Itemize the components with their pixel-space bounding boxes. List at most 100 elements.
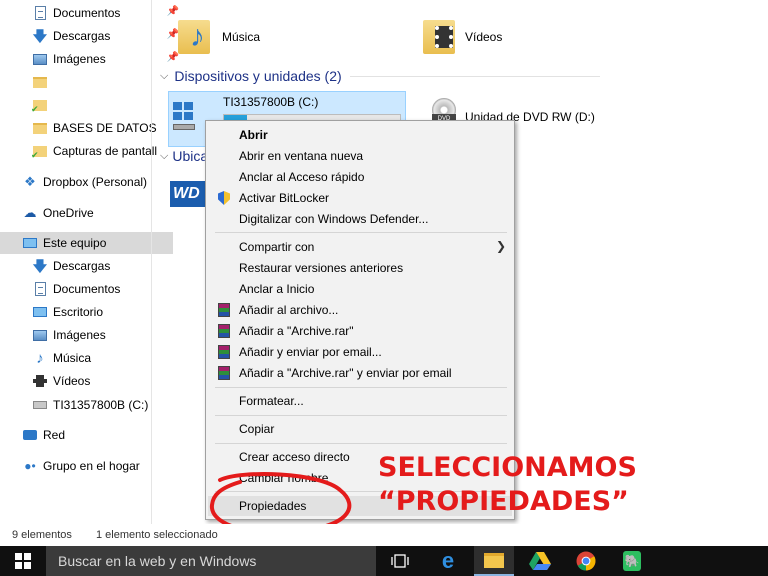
menu-item-compartir-con[interactable]: Compartir con ❯ bbox=[208, 237, 512, 257]
menu-item-label: Añadir a "Archive.rar" y enviar por emai… bbox=[239, 366, 452, 380]
nav-item-escritorio[interactable]: Escritorio bbox=[0, 301, 183, 323]
wd-drive-icon[interactable]: WD bbox=[170, 181, 206, 207]
nav-pane-divider bbox=[151, 0, 152, 524]
nav-item-label: Capturas de pantall bbox=[53, 144, 158, 158]
menu-item-label: Abrir en ventana nueva bbox=[239, 149, 364, 163]
folder-icon bbox=[32, 120, 48, 136]
task-view-icon bbox=[391, 554, 409, 568]
menu-item-label: Digitalizar con Windows Defender... bbox=[239, 212, 429, 226]
video-folder-tile[interactable] bbox=[421, 14, 459, 58]
navigation-pane: Documentos 📌 🡇 Descargas 📌 Imágenes 📌 BA… bbox=[0, 0, 179, 524]
nav-item-label: TI31357800B (C:) bbox=[53, 398, 149, 412]
music-folder-tile[interactable]: ♪ bbox=[176, 14, 214, 58]
music-icon: ♪ bbox=[36, 349, 44, 367]
nav-item-imagenes-quick[interactable]: Imágenes 📌 bbox=[0, 48, 183, 70]
dropbox-icon: ❖ bbox=[24, 174, 36, 189]
nav-item-label: BASES DE DATOS bbox=[53, 121, 157, 135]
nav-item-folder-unnamed-1[interactable] bbox=[0, 71, 183, 93]
menu-item-anadir-enviar-email[interactable]: Añadir y enviar por email... bbox=[208, 342, 512, 362]
menu-item-label: Anclar a Inicio bbox=[239, 282, 315, 296]
taskbar-search-input[interactable]: Buscar en la web y en Windows bbox=[46, 546, 376, 576]
devices-group-header[interactable]: ⌵ Dispositivos y unidades (2) bbox=[160, 68, 600, 84]
menu-item-anadir-archive-rar[interactable]: Añadir a "Archive.rar" bbox=[208, 321, 512, 341]
desktop-icon bbox=[32, 304, 48, 320]
menu-item-label: Restaurar versiones anteriores bbox=[239, 261, 404, 275]
nav-item-descargas[interactable]: 🡇 Descargas bbox=[0, 255, 183, 277]
nav-item-documentos-quick[interactable]: Documentos 📌 bbox=[0, 2, 183, 24]
taskbar: Buscar en la web y en Windows e 🐘 bbox=[0, 546, 768, 576]
drive-icon bbox=[32, 397, 48, 413]
menu-item-label: Cambiar nombre bbox=[239, 471, 329, 485]
windows-start-icon bbox=[15, 553, 31, 569]
evernote-button[interactable]: 🐘 bbox=[612, 546, 652, 576]
menu-item-anadir-archive-rar-email[interactable]: Añadir a "Archive.rar" y enviar por emai… bbox=[208, 363, 512, 383]
images-icon bbox=[32, 51, 48, 67]
search-placeholder: Buscar en la web y en Windows bbox=[58, 553, 257, 569]
nav-item-label: Documentos bbox=[53, 6, 121, 20]
document-icon bbox=[32, 281, 48, 297]
menu-item-label: Formatear... bbox=[239, 394, 304, 408]
chevron-right-icon: ❯ bbox=[495, 239, 506, 253]
menu-separator bbox=[215, 415, 507, 416]
task-view-button[interactable] bbox=[380, 546, 420, 576]
menu-item-label: Activar BitLocker bbox=[239, 191, 330, 205]
nav-item-folder-unnamed-2[interactable] bbox=[0, 94, 183, 116]
nav-item-musica[interactable]: ♪ Música bbox=[0, 347, 183, 369]
nav-item-este-equipo[interactable]: Este equipo bbox=[0, 232, 173, 254]
menu-item-restaurar-versiones[interactable]: Restaurar versiones anteriores bbox=[208, 258, 512, 278]
nav-item-drive-c[interactable]: TI31357800B (C:) bbox=[0, 394, 183, 416]
menu-item-activar-bitlocker[interactable]: Activar BitLocker bbox=[208, 188, 512, 208]
menu-item-label: Compartir con bbox=[239, 240, 315, 254]
nav-item-dropbox[interactable]: ❖ Dropbox (Personal) bbox=[0, 171, 173, 193]
video-folder-label[interactable]: Vídeos bbox=[465, 30, 502, 44]
download-arrow-icon: 🡇 bbox=[32, 258, 48, 274]
menu-separator bbox=[215, 387, 507, 388]
menu-item-abrir-ventana-nueva[interactable]: Abrir en ventana nueva bbox=[208, 146, 512, 166]
menu-item-formatear[interactable]: Formatear... bbox=[208, 391, 512, 411]
network-locations-group-header[interactable]: ⌵ Ubica bbox=[160, 148, 208, 164]
nav-item-descargas-quick[interactable]: 🡇 Descargas 📌 bbox=[0, 25, 183, 47]
nav-item-red[interactable]: Red bbox=[0, 424, 173, 446]
winrar-icon bbox=[216, 365, 232, 381]
nav-item-grupo-hogar[interactable]: ●• Grupo en el hogar bbox=[0, 455, 173, 477]
music-folder-label[interactable]: Música bbox=[222, 30, 260, 44]
chrome-icon bbox=[576, 551, 596, 571]
nav-item-label: Imágenes bbox=[53, 328, 106, 342]
selection-count: 1 elemento seleccionado bbox=[96, 529, 218, 541]
nav-item-capturas[interactable]: Capturas de pantall bbox=[0, 140, 183, 162]
menu-separator bbox=[215, 232, 507, 233]
menu-item-label: Añadir y enviar por email... bbox=[239, 345, 382, 359]
menu-item-abrir[interactable]: Abrir bbox=[208, 125, 512, 145]
annotation-line2: “PROPIEDADES” bbox=[378, 486, 629, 517]
menu-item-windows-defender[interactable]: Digitalizar con Windows Defender... bbox=[208, 209, 512, 229]
network-icon bbox=[22, 427, 38, 443]
menu-item-copiar[interactable]: Copiar bbox=[208, 419, 512, 439]
nav-item-imagenes[interactable]: Imágenes bbox=[0, 324, 183, 346]
menu-item-label: Copiar bbox=[239, 422, 275, 436]
nav-item-videos[interactable]: Vídeos bbox=[0, 370, 183, 392]
nav-item-documentos[interactable]: Documentos bbox=[0, 278, 183, 300]
devices-header-label: Dispositivos y unidades (2) bbox=[174, 68, 342, 84]
edge-button[interactable]: e bbox=[428, 546, 468, 576]
menu-item-label: Anclar al Acceso rápido bbox=[239, 170, 365, 184]
menu-item-anclar-inicio[interactable]: Anclar a Inicio bbox=[208, 279, 512, 299]
menu-item-anadir-archivo[interactable]: Añadir al archivo... bbox=[208, 300, 512, 320]
nav-item-onedrive[interactable]: ☁ OneDrive bbox=[0, 202, 173, 224]
nav-item-label: Red bbox=[43, 428, 66, 442]
google-drive-button[interactable] bbox=[520, 546, 560, 576]
drive-c-label: TI31357800B (C:) bbox=[223, 95, 319, 109]
group-divider-line bbox=[349, 75, 600, 77]
chrome-button[interactable] bbox=[566, 546, 606, 576]
file-explorer-icon bbox=[484, 552, 504, 568]
locations-header-label: Ubica bbox=[172, 148, 209, 164]
nav-item-label: Dropbox (Personal) bbox=[43, 175, 148, 189]
computer-icon bbox=[22, 235, 38, 251]
menu-separator bbox=[215, 443, 507, 444]
windows-start-button[interactable] bbox=[0, 546, 46, 576]
nav-item-bases-de-datos[interactable]: BASES DE DATOS bbox=[0, 117, 183, 139]
nav-item-label: Grupo en el hogar bbox=[43, 459, 140, 473]
winrar-icon bbox=[216, 344, 232, 360]
file-explorer-button[interactable] bbox=[474, 546, 514, 576]
nav-item-label: Música bbox=[53, 351, 92, 365]
menu-item-anclar-acceso-rapido[interactable]: Anclar al Acceso rápido bbox=[208, 167, 512, 187]
